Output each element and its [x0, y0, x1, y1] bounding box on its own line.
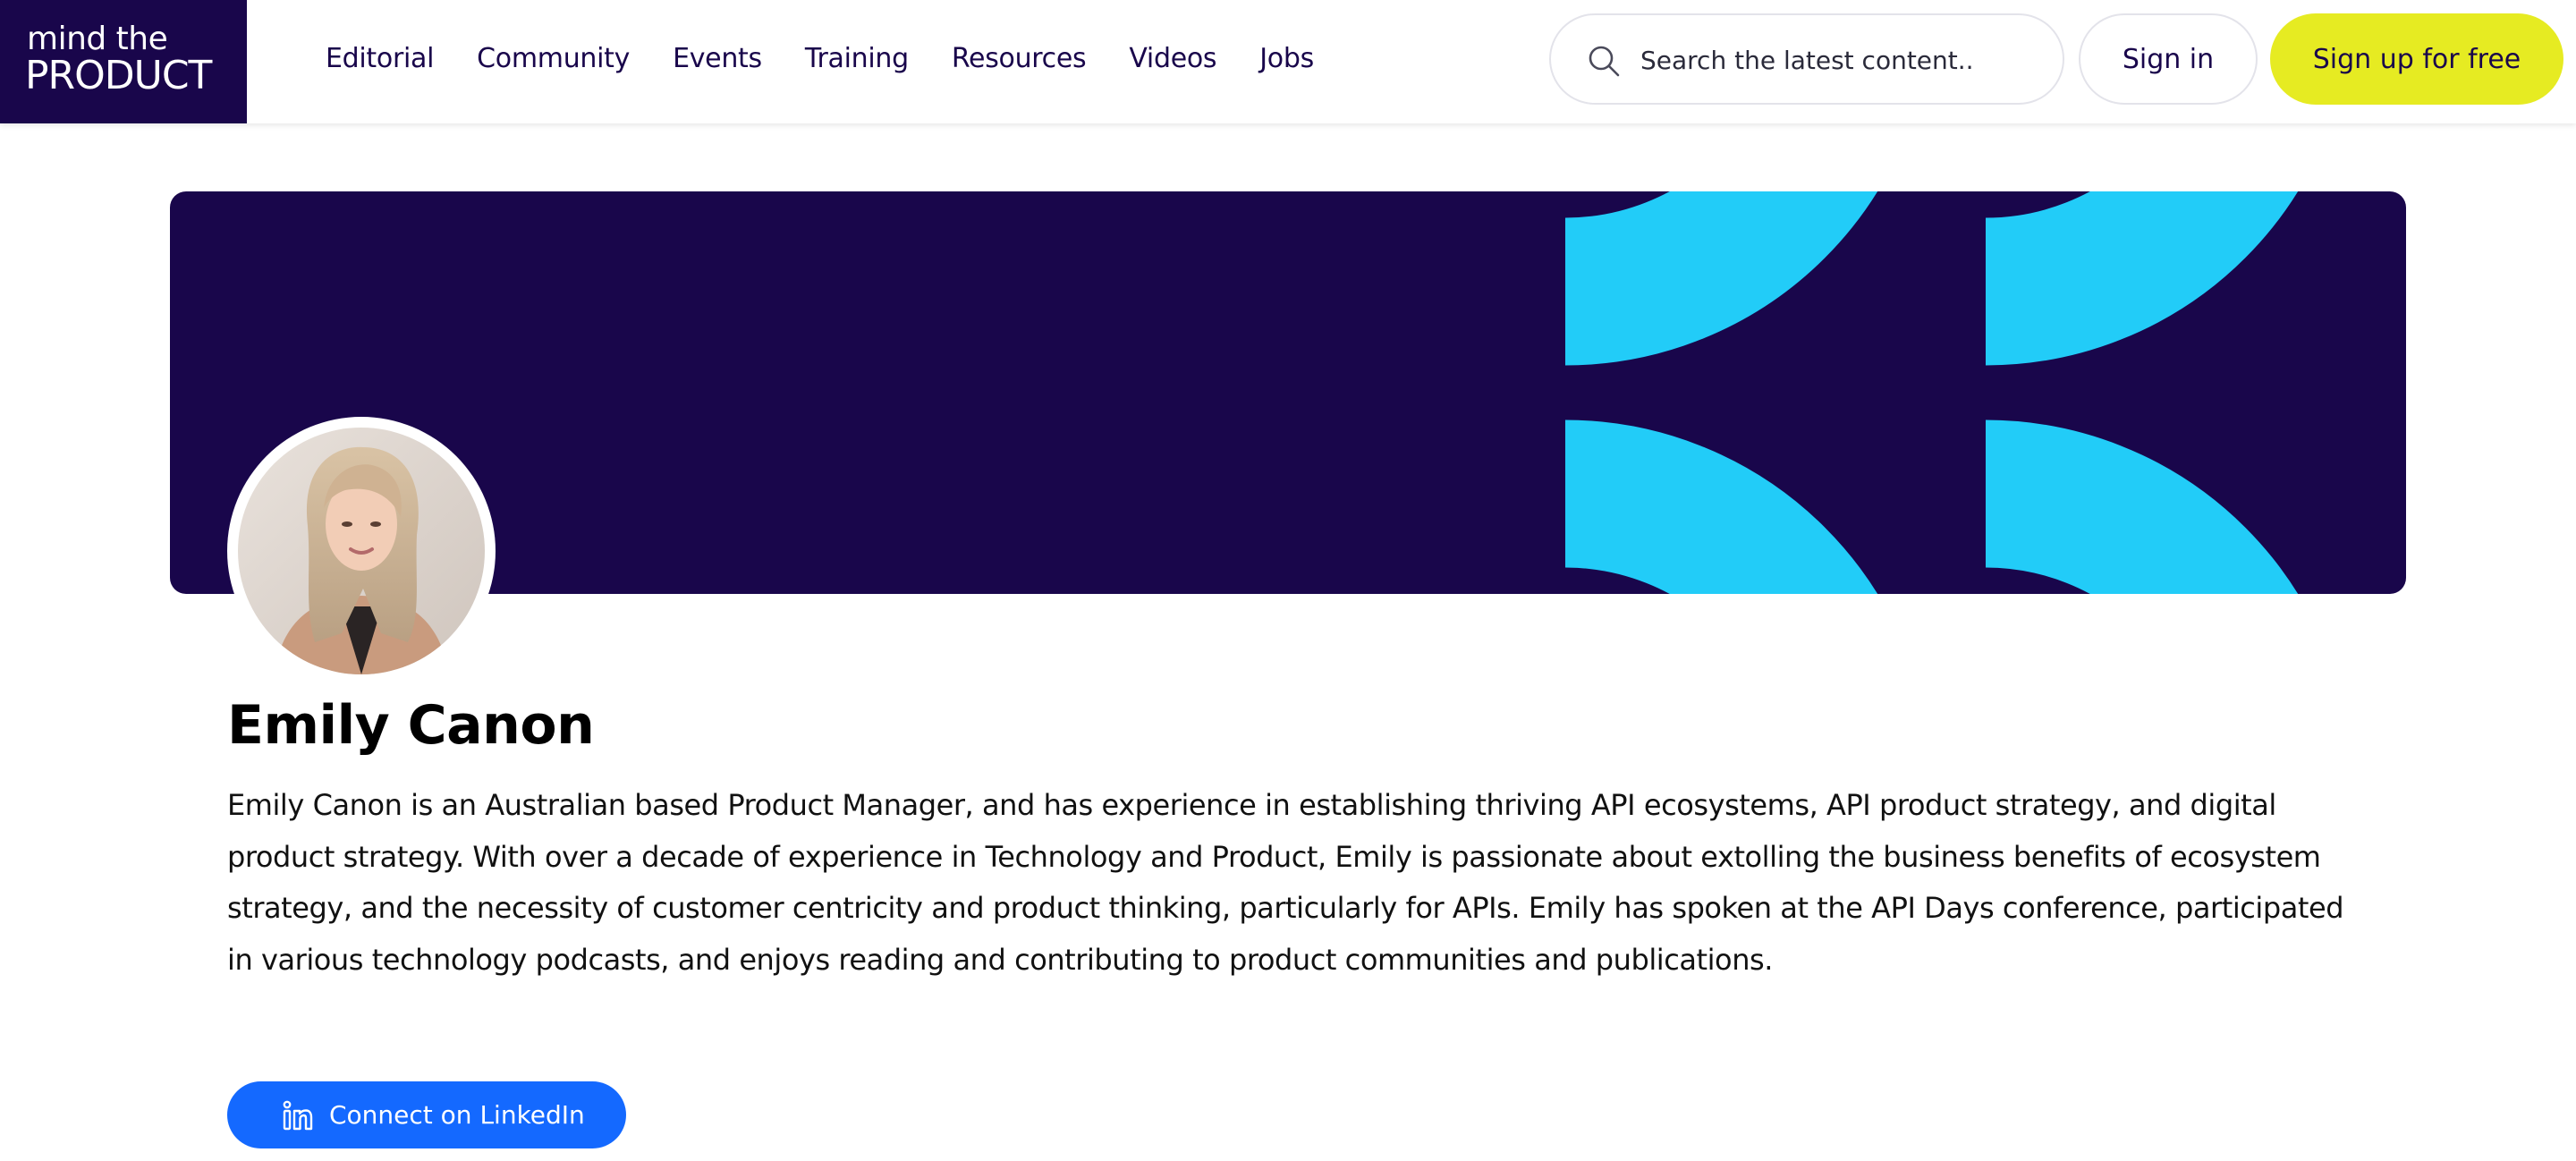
- nav-resources[interactable]: Resources: [952, 43, 1087, 74]
- logo-text-bottom: PRODUCT: [25, 53, 212, 98]
- search-icon: [1589, 46, 1620, 77]
- mind-the-product-logo[interactable]: mind the PRODUCT: [0, 0, 247, 123]
- profile-avatar: [227, 417, 496, 685]
- logo-text-top: mind the: [27, 21, 168, 57]
- site-header: mind the PRODUCT Editorial Community Eve…: [0, 0, 2576, 123]
- search-box[interactable]: [1549, 13, 2064, 105]
- main-nav: Editorial Community Events Training Reso…: [326, 0, 1357, 116]
- banner-arc-pattern: [1565, 191, 2299, 594]
- nav-community[interactable]: Community: [477, 43, 630, 74]
- search-input[interactable]: [1640, 37, 2034, 83]
- nav-events[interactable]: Events: [673, 43, 762, 74]
- profile-bio: Emily Canon is an Australian based Produ…: [227, 788, 2344, 977]
- connect-linkedin-button[interactable]: Connect on LinkedIn: [227, 1081, 626, 1148]
- profile-photo: [238, 428, 485, 674]
- sign-in-button[interactable]: Sign in: [2079, 13, 2258, 105]
- nav-editorial[interactable]: Editorial: [326, 43, 434, 74]
- nav-jobs[interactable]: Jobs: [1259, 43, 1314, 74]
- linkedin-button-label: Connect on LinkedIn: [329, 1100, 585, 1130]
- profile-name: Emily Canon: [227, 694, 595, 757]
- profile-banner: [170, 191, 2406, 594]
- nav-training[interactable]: Training: [805, 43, 909, 74]
- linkedin-icon: [283, 1100, 313, 1130]
- nav-videos[interactable]: Videos: [1129, 43, 1216, 74]
- sign-up-button[interactable]: Sign up for free: [2270, 13, 2563, 105]
